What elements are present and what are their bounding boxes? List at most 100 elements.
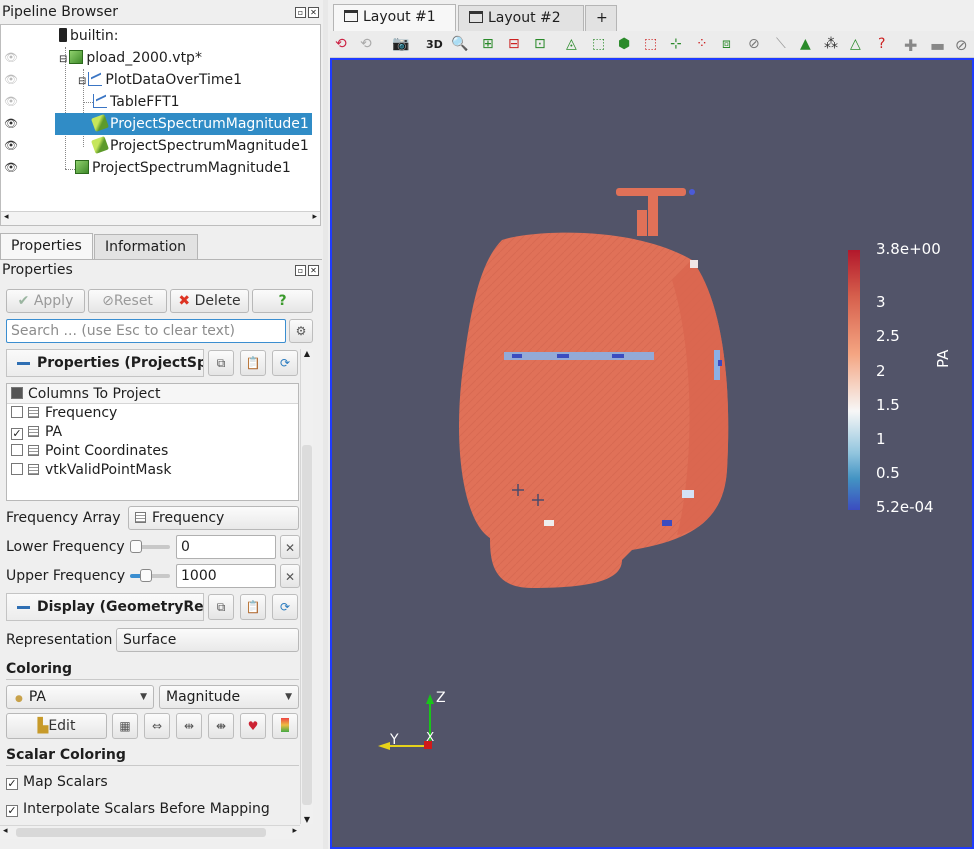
select-all-checkbox[interactable]	[11, 387, 23, 399]
refresh-button[interactable]: ⟳	[272, 594, 298, 620]
close-icon[interactable]: ✕	[308, 265, 319, 276]
color-component-select[interactable]: Magnitude ▼	[159, 685, 299, 709]
scroll-thumb[interactable]	[302, 445, 312, 805]
select-frustum-icon[interactable]: ⊡	[534, 36, 552, 54]
upper-frequency-slider[interactable]	[130, 569, 170, 582]
minus-icon[interactable]: ▬	[930, 36, 948, 55]
tab-properties[interactable]: Properties	[0, 233, 93, 260]
list-item[interactable]: vtkValidPointMask	[7, 461, 298, 480]
scroll-right-icon[interactable]: ▸	[312, 212, 317, 222]
search-input[interactable]: Search ... (use Esc to clear text)	[6, 319, 286, 343]
visibility-eye-icon[interactable]: 👁	[4, 91, 18, 113]
paste-button[interactable]: 📋	[240, 594, 266, 620]
list-item[interactable]: Point Coordinates	[7, 442, 298, 461]
upper-frequency-input[interactable]: 1000	[176, 564, 276, 588]
upper-frequency-reset-button[interactable]: ✕	[280, 564, 300, 588]
add-layout-tab[interactable]: +	[585, 5, 617, 31]
rescale-data-button[interactable]: ⇔	[144, 713, 170, 739]
reset-camera-icon[interactable]: ⟲	[335, 36, 353, 54]
apply-button[interactable]: ✔ Apply	[6, 289, 85, 313]
refresh-button[interactable]: ⟳	[272, 350, 298, 376]
hover-points-icon[interactable]: ⬚	[644, 36, 662, 54]
reset-camera-closest-icon[interactable]: ⟲	[360, 36, 378, 54]
link-selection-icon[interactable]: ⧈	[722, 36, 740, 54]
select-points-icon[interactable]: ⊟	[508, 36, 526, 54]
collapse-icon[interactable]: ⊟	[59, 54, 67, 65]
list-item[interactable]: Frequency	[7, 404, 298, 423]
help-button[interactable]: ?	[252, 289, 313, 313]
scroll-right-icon[interactable]: ▸	[292, 826, 297, 836]
close-icon[interactable]: ✕	[308, 7, 319, 18]
lower-frequency-slider[interactable]	[130, 540, 170, 553]
section-properties-header[interactable]: Properties (ProjectSpectrumMagnitude1)	[6, 349, 204, 377]
scroll-up-icon[interactable]: ▲	[301, 349, 313, 358]
visibility-eye-icon[interactable]: 👁	[4, 113, 18, 135]
section-display-header[interactable]: Display (GeometryRepresentation)	[6, 593, 204, 621]
frequency-array-select[interactable]: Frequency	[128, 506, 299, 530]
tab-layout-1[interactable]: Layout #1 ✕	[333, 4, 456, 49]
delete-button[interactable]: ✖ Delete	[170, 289, 249, 313]
float-icon[interactable]: ▫	[295, 7, 306, 18]
column-checkbox[interactable]	[11, 444, 23, 456]
zoom-to-box-icon[interactable]: 🔍	[451, 36, 469, 54]
tree-item-projectspectrum-selected[interactable]: ProjectSpectrumMagnitude1	[55, 113, 312, 135]
scroll-down-icon[interactable]: ▼	[301, 815, 313, 824]
select-block-icon[interactable]: ◬	[566, 36, 584, 54]
cells-label-icon[interactable]: △	[850, 36, 868, 54]
plus-icon[interactable]: ✚	[904, 36, 922, 55]
columns-list[interactable]: Columns To Project Frequency ✓ PA Point C…	[6, 383, 299, 501]
color-legend-button[interactable]	[272, 713, 298, 739]
visibility-eye-icon[interactable]: 👁	[4, 47, 18, 69]
reset-button[interactable]: ⊘Reset	[88, 289, 167, 313]
copy-button[interactable]: ⧉	[208, 594, 234, 620]
choose-preset-button[interactable]: ▦	[112, 713, 138, 739]
representation-select[interactable]: Surface	[116, 628, 299, 652]
probe-icon[interactable]: ▲	[800, 36, 818, 54]
rescale-temporal-button[interactable]: ⇼	[208, 713, 234, 739]
interpolate-scalars-checkbox[interactable]: ✓	[6, 805, 18, 817]
3d-toggle-button[interactable]: 3D	[426, 36, 444, 54]
float-icon[interactable]: ▫	[295, 265, 306, 276]
select-polygon-icon[interactable]: ⬚	[592, 36, 610, 54]
tree-item-tablefft[interactable]: TableFFT1	[93, 91, 180, 113]
map-scalars-checkbox[interactable]: ✓	[6, 778, 18, 790]
tree-item-pload[interactable]: ⊟ pload_2000.vtp*	[59, 47, 202, 69]
pipeline-tree[interactable]: builtin: 👁 ⊟ pload_2000.vtp* 👁 ⊟ PlotDataO…	[0, 24, 321, 226]
visibility-eye-icon[interactable]: 👁	[4, 135, 18, 157]
tab-layout-2[interactable]: Layout #2 ✕	[458, 5, 584, 50]
columns-header[interactable]: Columns To Project	[7, 384, 298, 404]
points-label-icon[interactable]: ⁂	[824, 36, 842, 54]
tree-item-projectspectrum-2[interactable]: ProjectSpectrumMagnitude1	[91, 135, 309, 157]
column-checkbox[interactable]	[11, 463, 23, 475]
visibility-eye-icon[interactable]: 👁	[4, 157, 18, 179]
advanced-gear-button[interactable]: ⚙	[289, 319, 313, 343]
lower-frequency-reset-button[interactable]: ✕	[280, 535, 300, 559]
column-checkbox[interactable]: ✓	[11, 428, 23, 440]
paste-button[interactable]: 📋	[240, 350, 266, 376]
tree-item-plotdataovertime[interactable]: ⊟ PlotDataOverTime1	[78, 69, 242, 91]
properties-vscroll[interactable]: ▲ ▼	[300, 349, 313, 824]
ruler-icon[interactable]: ⟍	[776, 36, 794, 54]
camera-icon[interactable]: 📷	[392, 36, 410, 54]
splitter[interactable]	[323, 0, 328, 849]
rescale-custom-button[interactable]: ⇹	[176, 713, 202, 739]
slider-handle[interactable]	[140, 569, 152, 582]
shrink-selection-icon[interactable]: ⁘	[696, 36, 714, 54]
visibility-eye-icon[interactable]: 👁	[4, 69, 18, 91]
tooltip-icon[interactable]: ?	[878, 36, 896, 54]
column-checkbox[interactable]	[11, 406, 23, 418]
scroll-left-icon[interactable]: ◂	[3, 826, 8, 836]
scroll-left-icon[interactable]: ◂	[4, 212, 9, 222]
slider-handle[interactable]	[130, 540, 142, 553]
tab-information[interactable]: Information	[94, 234, 198, 260]
render-view[interactable]: Z Y X 3.8e+00 3 2.5 2 1.5 1 0.5 5.2e-04 …	[330, 58, 974, 849]
grow-selection-icon[interactable]: ⊹	[670, 36, 688, 54]
list-item[interactable]: ✓ PA	[7, 423, 298, 442]
lower-frequency-input[interactable]: 0	[176, 535, 276, 559]
disable-icon[interactable]: ⊘	[955, 36, 973, 54]
properties-hscroll[interactable]: ◂ ▸	[0, 825, 300, 839]
map-scalars-option[interactable]: ✓ Map Scalars	[6, 774, 108, 790]
favorites-button[interactable]: ♥	[240, 713, 266, 739]
scroll-thumb[interactable]	[16, 828, 266, 837]
color-array-select[interactable]: ● PA ▼	[6, 685, 154, 709]
